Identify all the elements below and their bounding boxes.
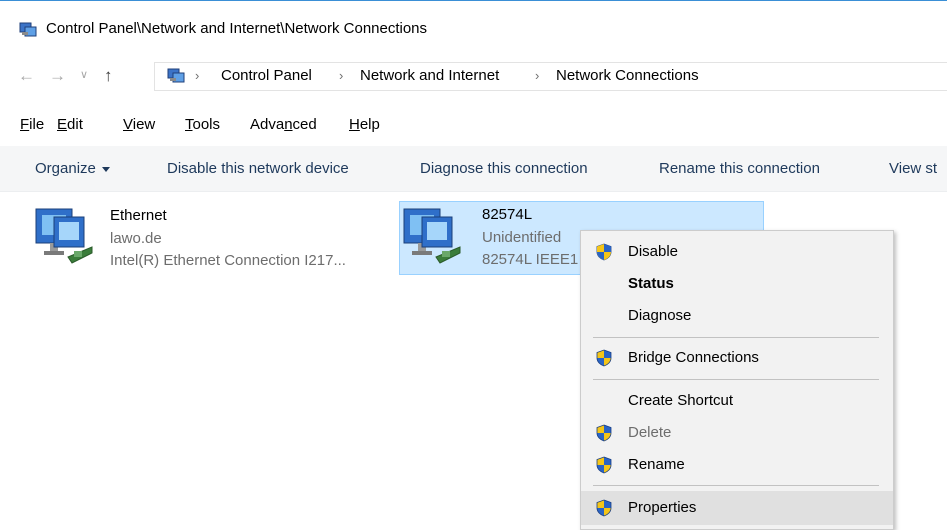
network-connections-icon xyxy=(19,22,37,37)
menu-item-rename[interactable]: Rename xyxy=(581,450,893,480)
menu-separator xyxy=(593,337,879,338)
connection-name: 82574L xyxy=(482,206,533,223)
rename-connection-button[interactable]: Rename this connection xyxy=(659,160,820,177)
uac-shield-icon xyxy=(596,424,612,442)
uac-shield-icon xyxy=(596,456,612,474)
network-adapter-icon xyxy=(35,208,93,264)
menu-help[interactable]: Help xyxy=(349,116,380,133)
network-connections-icon xyxy=(167,68,185,83)
connection-device: 82574L IEEE1 xyxy=(482,251,579,268)
connection-name: Ethernet xyxy=(110,207,167,224)
menu-tools[interactable]: Tools xyxy=(185,116,220,133)
uac-shield-icon xyxy=(596,349,612,367)
context-menu: Disable Status Diagnose Bridge Connectio… xyxy=(580,230,894,530)
breadcrumb-network-connections[interactable]: Network Connections xyxy=(556,67,699,84)
breadcrumb-separator-icon: › xyxy=(339,68,344,83)
menu-view[interactable]: View xyxy=(123,116,155,133)
connection-network: lawo.de xyxy=(110,230,162,247)
uac-shield-icon xyxy=(596,243,612,261)
connection-network: Unidentified xyxy=(482,229,562,246)
connection-ethernet[interactable]: Ethernet lawo.de Intel(R) Ethernet Conne… xyxy=(32,201,382,275)
uac-shield-icon xyxy=(596,499,612,517)
recent-locations-chevron-icon[interactable]: ∨ xyxy=(80,68,88,81)
organize-button[interactable]: Organize xyxy=(35,160,110,177)
breadcrumb-control-panel[interactable]: Control Panel xyxy=(221,67,312,84)
view-status-button[interactable]: View st xyxy=(889,160,937,177)
menu-item-disable[interactable]: Disable xyxy=(581,237,893,267)
menu-item-properties[interactable]: Properties xyxy=(581,491,893,525)
window-title: Control Panel\Network and Internet\Netwo… xyxy=(46,20,428,37)
breadcrumb-separator-icon: › xyxy=(195,68,200,83)
menu-separator xyxy=(593,379,879,380)
menu-item-create-shortcut[interactable]: Create Shortcut xyxy=(581,386,893,416)
menu-item-diagnose[interactable]: Diagnose xyxy=(581,301,893,331)
diagnose-connection-button[interactable]: Diagnose this connection xyxy=(420,160,588,177)
address-bar[interactable]: › Control Panel › Network and Internet ›… xyxy=(154,62,947,91)
up-arrow-icon[interactable]: ↑ xyxy=(104,66,113,86)
disable-device-button[interactable]: Disable this network device xyxy=(167,160,349,177)
network-adapter-icon xyxy=(403,208,461,264)
back-arrow-icon[interactable]: ← xyxy=(18,66,35,86)
menu-item-status[interactable]: Status xyxy=(581,269,893,299)
menu-file[interactable]: File xyxy=(20,116,44,133)
menu-advanced[interactable]: Advanced xyxy=(250,116,317,133)
breadcrumb-network-and-internet[interactable]: Network and Internet xyxy=(360,67,499,84)
connection-device: Intel(R) Ethernet Connection I217... xyxy=(110,252,346,269)
menu-item-delete[interactable]: Delete xyxy=(581,418,893,448)
menu-item-bridge-connections[interactable]: Bridge Connections xyxy=(581,343,893,373)
menu-edit[interactable]: Edit xyxy=(57,116,83,133)
dropdown-caret-icon xyxy=(101,166,110,172)
forward-arrow-icon[interactable]: → xyxy=(49,66,66,86)
breadcrumb-separator-icon: › xyxy=(535,68,540,83)
menu-separator xyxy=(593,485,879,486)
